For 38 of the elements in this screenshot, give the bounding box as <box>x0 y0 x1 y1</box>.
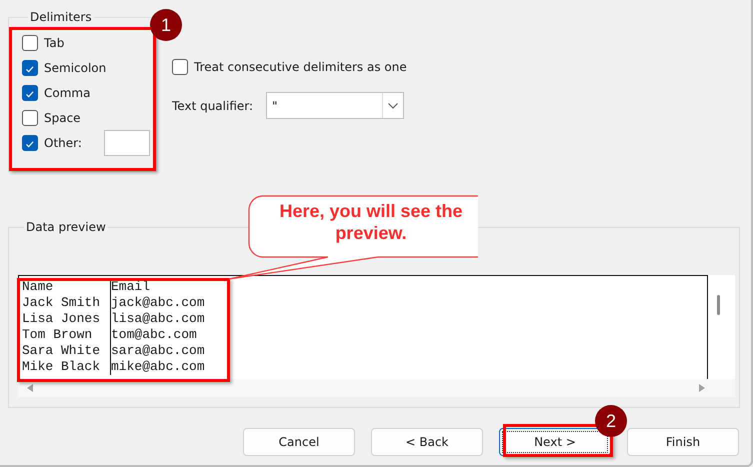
preview-cell: Email <box>111 279 150 295</box>
chevron-down-icon <box>388 102 398 108</box>
dropdown[interactable]: " <box>266 92 404 119</box>
preview-cell: lisa@abc.com <box>111 311 205 327</box>
checkbox-label[interactable]: Space <box>44 110 81 124</box>
step-badge: 1 <box>150 9 182 41</box>
dialog-button[interactable]: < Back <box>371 428 483 456</box>
preview-cell: Jack Smith <box>22 295 111 311</box>
checkbox[interactable] <box>22 34 38 50</box>
preview-cell: Name <box>22 279 111 295</box>
checkbox-label[interactable]: Treat consecutive delimiters as one <box>194 60 407 74</box>
callout-text: Here, you will see the preview. <box>278 200 464 244</box>
preview-cell: Tom Brown <box>22 327 111 343</box>
step-badge: 2 <box>595 405 627 437</box>
scrollbar-thumb[interactable] <box>717 295 720 315</box>
preview-cell: tom@abc.com <box>111 327 197 343</box>
preview-cell: jack@abc.com <box>111 295 205 311</box>
dialog-button[interactable]: Cancel <box>243 428 355 456</box>
checkbox-label[interactable]: Other: <box>44 136 82 150</box>
field-label: Text qualifier: <box>172 98 254 112</box>
dialog-button[interactable]: Finish <box>627 428 739 456</box>
group-title: Data preview <box>26 220 106 234</box>
checkbox[interactable] <box>22 84 38 100</box>
checkbox[interactable] <box>22 110 38 126</box>
checkbox[interactable] <box>22 134 38 150</box>
checkbox-label[interactable]: Comma <box>44 86 90 100</box>
checkbox[interactable] <box>22 60 38 76</box>
input-field[interactable] <box>104 130 150 156</box>
preview-cell: mike@abc.com <box>111 359 205 375</box>
preview-cell: Mike Black <box>22 359 111 375</box>
checkbox-label[interactable]: Semicolon <box>44 60 106 74</box>
preview-cell: sara@abc.com <box>111 343 205 359</box>
checkbox-label[interactable]: Tab <box>44 36 64 50</box>
group-title: Delimiters <box>30 10 92 24</box>
checkbox[interactable] <box>172 58 188 74</box>
preview-cell: Sara White <box>22 343 111 359</box>
preview-cell: Lisa Jones <box>22 311 111 327</box>
scroll-left-icon[interactable] <box>27 384 33 392</box>
